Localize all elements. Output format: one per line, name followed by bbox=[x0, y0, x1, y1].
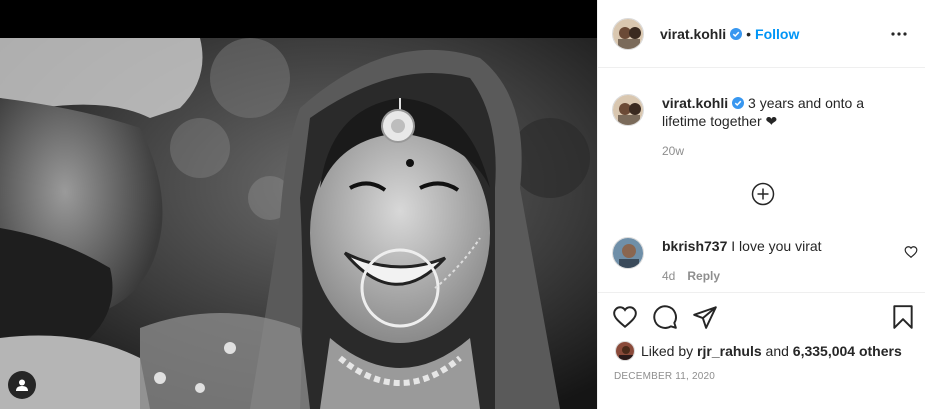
post-photo[interactable] bbox=[0, 38, 597, 409]
share-icon[interactable] bbox=[692, 304, 718, 330]
comment-body: bkrish737 I love you virat bbox=[662, 237, 822, 269]
media-letterbox bbox=[0, 0, 597, 38]
caption-username[interactable]: virat.kohli bbox=[662, 95, 728, 111]
comment-item: bkrish737 I love you virat 4d Reply bbox=[612, 237, 918, 283]
likes-prefix: Liked by bbox=[641, 343, 694, 359]
follow-button[interactable]: Follow bbox=[755, 26, 799, 42]
heart-icon[interactable] bbox=[612, 304, 638, 330]
separator-dot: • bbox=[746, 25, 752, 42]
verified-badge-icon bbox=[730, 27, 743, 40]
more-options-icon bbox=[891, 31, 907, 36]
post-details-panel: virat.kohli • Follow virat.kohli 3 years… bbox=[597, 0, 925, 409]
post-media[interactable] bbox=[0, 0, 597, 409]
comment-timestamp[interactable]: 4d bbox=[662, 269, 675, 283]
author-username[interactable]: virat.kohli bbox=[660, 26, 743, 42]
post-header: virat.kohli • Follow bbox=[598, 0, 925, 68]
comment-reply-button[interactable]: Reply bbox=[687, 269, 720, 283]
likes-count-link[interactable]: 6,335,004 others bbox=[793, 343, 902, 359]
comments-section[interactable]: virat.kohli 3 years and onto a lifetime … bbox=[598, 69, 925, 293]
post-actions bbox=[612, 304, 913, 332]
comment-text: I love you virat bbox=[731, 238, 822, 254]
liker-username[interactable]: rjr_rahuls bbox=[697, 343, 762, 359]
likes-and: and bbox=[765, 343, 789, 359]
comment-icon[interactable] bbox=[652, 304, 678, 330]
bookmark-icon[interactable] bbox=[890, 304, 916, 330]
caption-timestamp[interactable]: 20w bbox=[662, 144, 684, 158]
tagged-people-icon bbox=[16, 379, 28, 391]
caption-author-avatar[interactable] bbox=[612, 94, 644, 126]
verified-badge-icon bbox=[732, 97, 745, 109]
caption-body: virat.kohli 3 years and onto a lifetime … bbox=[662, 94, 902, 130]
comment-username[interactable]: bkrish737 bbox=[662, 238, 727, 254]
post-date[interactable]: December 11, 2020 bbox=[614, 371, 715, 382]
comment-like-icon[interactable] bbox=[904, 245, 918, 259]
liker-avatar[interactable] bbox=[615, 341, 635, 361]
commenter-avatar[interactable] bbox=[612, 237, 644, 269]
load-more-comments-button[interactable] bbox=[751, 182, 775, 206]
load-more-comments-icon bbox=[751, 182, 775, 206]
tagged-people-button[interactable] bbox=[8, 371, 36, 399]
caption: virat.kohli 3 years and onto a lifetime … bbox=[612, 94, 912, 158]
author-avatar[interactable] bbox=[612, 17, 644, 50]
likes-summary: Liked by rjr_rahuls and 6,335,004 others bbox=[615, 341, 902, 361]
more-options-button[interactable] bbox=[887, 22, 911, 46]
comment-meta: 4d Reply bbox=[662, 269, 720, 283]
